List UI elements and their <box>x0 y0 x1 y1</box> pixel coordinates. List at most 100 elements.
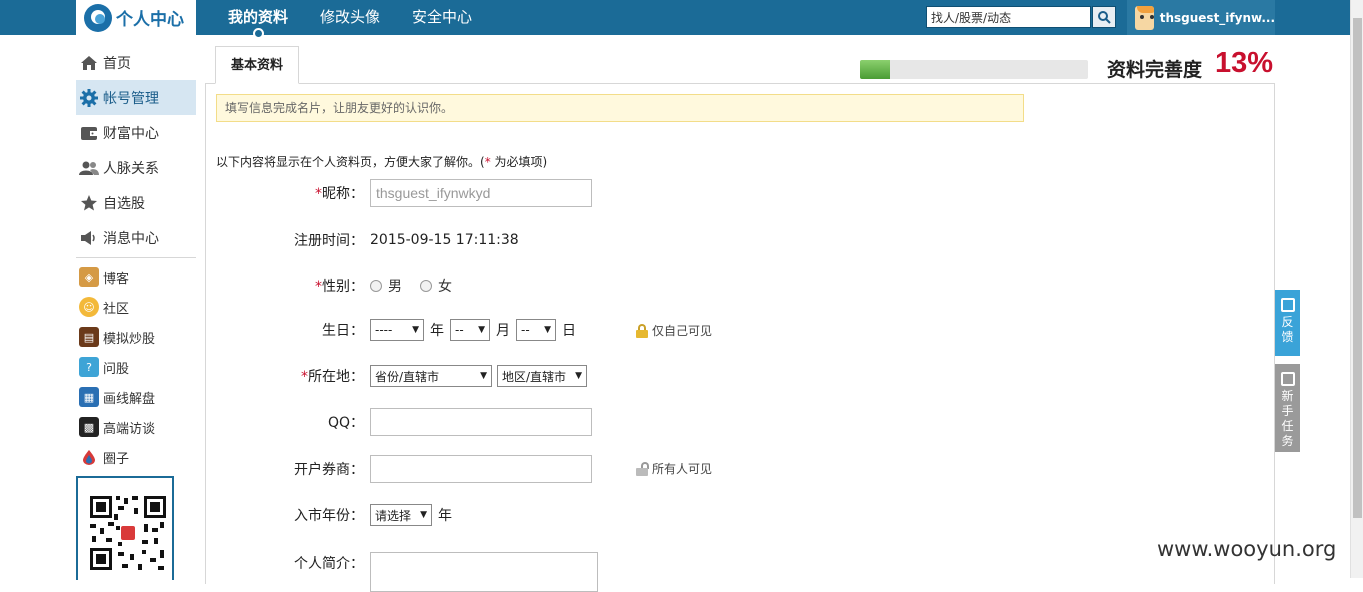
task-icon <box>1280 372 1295 386</box>
sidebar-app-ask-stock[interactable]: ? 问股 <box>76 352 196 382</box>
birth-month-select[interactable]: -- ▼ <box>450 319 490 341</box>
sidebar-app-circle[interactable]: 圈子 <box>76 442 196 472</box>
register-time-value: 2015-09-15 17:11:38 <box>370 232 519 248</box>
interview-icon: ▩ <box>79 417 99 437</box>
sidebar-divider <box>76 257 196 258</box>
sidebar-item-home[interactable]: 首页 <box>76 45 196 80</box>
feedback-button[interactable]: 反 馈 <box>1275 290 1300 356</box>
trading-icon: ▤ <box>79 327 99 347</box>
edit-icon <box>1280 298 1295 312</box>
birthday-privacy[interactable]: 仅自己可见 <box>636 322 712 339</box>
sidebar-item-label: 首页 <box>103 55 131 72</box>
sidebar-item-label: 财富中心 <box>103 125 159 142</box>
notice-banner: 填写信息完成名片，让朋友更好的认识你。 <box>216 94 1024 122</box>
completeness-bar <box>860 60 1088 79</box>
drop-icon <box>79 447 99 467</box>
district-select[interactable]: 地区/直辖市 ▼ <box>497 365 587 387</box>
intro-text: 以下内容将显示在个人资料页，方便大家了解你。( <box>216 155 485 169</box>
nav-tab-security[interactable]: 安全中心 <box>396 0 488 35</box>
sidebar-app-interview[interactable]: ▩ 高端访谈 <box>76 412 196 442</box>
user-menu[interactable]: thsguest_ifynw... <box>1127 0 1275 35</box>
entry-year-unit: 年 <box>438 508 452 524</box>
sidebar-item-label: 博客 <box>103 271 130 287</box>
wallet-icon <box>79 123 99 143</box>
sidebar-app-simulated-trading[interactable]: ▤ 模拟炒股 <box>76 322 196 352</box>
sidebar-item-label: 自选股 <box>103 195 145 212</box>
logo[interactable]: 个人中心 <box>76 0 196 35</box>
newbie-task-button[interactable]: 新 手 任 务 <box>1275 364 1300 452</box>
nickname-field[interactable] <box>370 179 592 207</box>
feedback-char: 反 <box>1281 315 1294 329</box>
sidebar-app-drawing-analysis[interactable]: ▦ 画线解盘 <box>76 382 196 412</box>
logo-text: 个人中心 <box>116 10 184 30</box>
speaker-icon <box>79 228 99 248</box>
question-icon: ? <box>79 357 99 377</box>
qq-field[interactable] <box>370 408 592 436</box>
chart-icon: ▦ <box>79 387 99 407</box>
row-bio: 个人简介： <box>216 552 598 592</box>
row-qq: QQ： <box>216 408 592 436</box>
intro-text-2: 为必填项) <box>490 155 548 169</box>
logo-icon <box>84 3 112 32</box>
star-icon <box>79 193 99 213</box>
main-nav: 我的资料 修改头像 安全中心 <box>212 0 488 39</box>
scrollbar[interactable] <box>1350 0 1363 578</box>
gender-male-radio[interactable]: 男 <box>370 276 402 296</box>
birth-year-select[interactable]: ---- ▼ <box>370 319 424 341</box>
entry-year-label: 入市年份： <box>294 508 364 524</box>
sidebar-item-contacts[interactable]: 人脉关系 <box>76 150 196 185</box>
broker-field[interactable] <box>370 455 592 483</box>
top-bar: 个人中心 我的资料 修改头像 安全中心 thsguest_ifynw... <box>0 0 1350 39</box>
row-register-time: 注册时间： 2015-09-15 17:11:38 <box>216 230 519 250</box>
sidebar-item-label: 圈子 <box>103 451 130 467</box>
unlock-icon <box>636 461 649 476</box>
day-unit: 日 <box>562 323 576 339</box>
sidebar-item-label: 人脉关系 <box>103 160 159 177</box>
sidebar-item-watchlist[interactable]: 自选股 <box>76 185 196 220</box>
lock-icon <box>636 323 648 338</box>
row-nickname: *昵称： <box>216 179 592 207</box>
sidebar-app-community[interactable]: ☺ 社区 <box>76 292 196 322</box>
year-unit: 年 <box>430 323 444 339</box>
qr-code <box>76 476 174 580</box>
qq-label: QQ： <box>327 415 364 431</box>
gear-icon <box>79 88 99 108</box>
search-input[interactable] <box>926 6 1091 28</box>
location-label: *所在地： <box>301 369 364 385</box>
tab-basic-info[interactable]: 基本资料 <box>215 46 299 84</box>
sidebar-item-label: 帐号管理 <box>103 90 159 107</box>
people-icon <box>79 158 99 178</box>
row-birthday: 生日： ---- ▼ 年 -- ▼ 月 -- ▼ 日 <box>216 319 582 341</box>
birth-day-select[interactable]: -- ▼ <box>516 319 556 341</box>
sidebar-item-wealth[interactable]: 财富中心 <box>76 115 196 150</box>
birthday-label: 生日： <box>322 323 364 339</box>
row-entry-year: 入市年份： 请选择 ▼ 年 <box>216 504 458 526</box>
scrollbar-thumb[interactable] <box>1353 18 1362 518</box>
bio-textarea[interactable] <box>370 552 598 592</box>
broker-privacy[interactable]: 所有人可见 <box>636 460 712 477</box>
sidebar-app-blog[interactable]: ◈ 博客 <box>76 262 196 292</box>
broker-label: 开户券商： <box>294 462 364 478</box>
gender-label: *性别： <box>315 279 364 295</box>
nav-tab-avatar[interactable]: 修改头像 <box>304 0 396 35</box>
newbie-char: 务 <box>1281 434 1294 448</box>
avatar <box>1135 5 1154 30</box>
blog-icon: ◈ <box>79 267 99 287</box>
newbie-char: 手 <box>1281 404 1294 418</box>
sidebar: 首页 帐号管理 财富中心 人脉关系 自选股 消息中心 ◈ 博客 ☺ 社区 ▤ 模… <box>76 45 196 580</box>
completeness-percent: 13% <box>1215 47 1274 79</box>
form-intro: 以下内容将显示在个人资料页，方便大家了解你。(* 为必填项) <box>216 153 547 170</box>
province-select[interactable]: 省份/直辖市 ▼ <box>370 365 492 387</box>
sidebar-item-label: 模拟炒股 <box>103 331 156 347</box>
user-name: thsguest_ifynw... <box>1159 10 1275 25</box>
sidebar-item-messages[interactable]: 消息中心 <box>76 220 196 255</box>
gender-female-radio[interactable]: 女 <box>420 276 452 296</box>
sidebar-item-account[interactable]: 帐号管理 <box>76 80 196 115</box>
newbie-char: 新 <box>1281 389 1294 403</box>
nav-tab-profile[interactable]: 我的资料 <box>212 0 304 39</box>
newbie-char: 任 <box>1281 419 1294 433</box>
entry-year-select[interactable]: 请选择 ▼ <box>370 504 432 526</box>
broker-privacy-label: 所有人可见 <box>652 462 713 476</box>
nickname-label: *昵称： <box>315 186 364 202</box>
search-button[interactable] <box>1092 6 1116 28</box>
